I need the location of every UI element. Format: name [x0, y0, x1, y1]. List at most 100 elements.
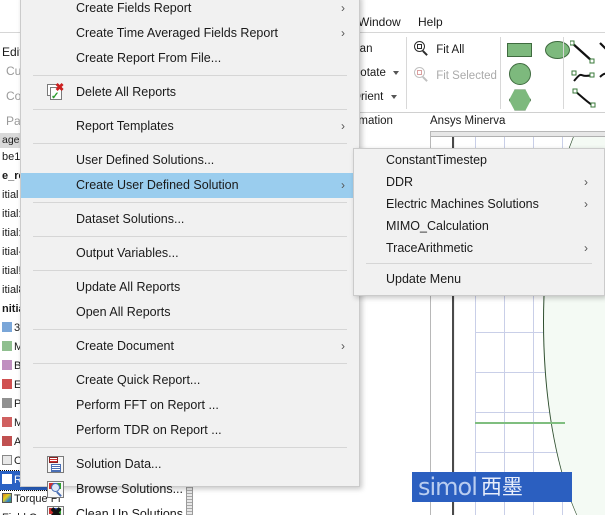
- menu-separator: [33, 329, 347, 330]
- menu-item-clean-up-solutions[interactable]: ✖ Clean Up Solutions...: [21, 502, 359, 515]
- tab-ansys-minerva-label: Ansys Minerva: [430, 115, 506, 127]
- regular-polygon-shape-icon[interactable]: [509, 89, 531, 111]
- ribbon-tab-strip: omation Ansys Minerva: [352, 113, 605, 131]
- tree-row-label: itial: [2, 189, 19, 201]
- menu-item-label: Create Fields Report: [76, 1, 192, 15]
- watermark-latin-text: simol: [418, 473, 478, 501]
- tab-ansys-minerva[interactable]: Ansys Minerva: [430, 115, 505, 127]
- fit-selected-button[interactable]: Fit Selected: [414, 63, 497, 89]
- menu-separator: [33, 363, 347, 364]
- submenu-item-ddr[interactable]: DDR ›: [354, 171, 604, 193]
- chevron-right-icon: ›: [584, 241, 588, 255]
- titlebar: yp_t: [352, 0, 605, 12]
- ribbon-nav-group: Pan Rotate Orient: [352, 37, 406, 109]
- chevron-right-icon: ›: [584, 197, 588, 211]
- menu-item-label: Browse Solutions...: [76, 482, 183, 496]
- optimetrics-icon: [2, 455, 12, 465]
- menubar-item-window[interactable]: Window: [358, 15, 401, 29]
- menu-item-create-fields-report[interactable]: Create Fields Report ›: [21, 0, 359, 21]
- submenu-item-electric-machines-solutions[interactable]: Electric Machines Solutions ›: [354, 193, 604, 215]
- menu-item-user-defined-solutions[interactable]: User Defined Solutions...: [21, 148, 359, 173]
- tree-row-label: itial!: [2, 265, 22, 277]
- circle-shape-icon[interactable]: [509, 63, 531, 85]
- menu-item-dataset-solutions[interactable]: Dataset Solutions...: [21, 207, 359, 232]
- menu-item-perform-fft-on-report[interactable]: Perform FFT on Report ...: [21, 393, 359, 418]
- menu-item-label: Create Time Averaged Fields Report: [76, 26, 278, 40]
- submenu-item-update-menu[interactable]: Update Menu: [354, 268, 604, 290]
- menu-item-create-document[interactable]: Create Document ›: [21, 334, 359, 359]
- fit-all-button[interactable]: Fit All: [414, 37, 497, 63]
- menu-separator: [33, 143, 347, 144]
- rotate-button[interactable]: Rotate: [352, 61, 406, 85]
- menu-item-create-user-defined-solution[interactable]: Create User Defined Solution ›: [21, 173, 359, 198]
- submenu-item-label: TraceArithmetic: [386, 241, 474, 255]
- tree-row-label: itial:: [2, 208, 22, 220]
- tree-row-label: itial:: [2, 227, 22, 239]
- menu-item-create-quick-report[interactable]: Create Quick Report...: [21, 368, 359, 393]
- menu-item-label: Create User Defined Solution: [76, 178, 239, 192]
- menu-item-delete-all-reports[interactable]: ✖ ✓ Delete All Reports: [21, 80, 359, 105]
- draw-tools-svg: [569, 40, 605, 108]
- magnifier-fit-selected-icon: [414, 67, 429, 82]
- ribbon-toolbar: Pan Rotate Orient Fit All Fit Selected: [352, 33, 605, 113]
- menu-item-label: Output Variables...: [76, 246, 179, 260]
- submenu-item-label: ConstantTimestep: [386, 153, 487, 167]
- create-user-defined-solution-submenu: ConstantTimestep DDR › Electric Machines…: [353, 148, 605, 296]
- menu-item-report-templates[interactable]: Report Templates ›: [21, 114, 359, 139]
- menu-item-label: Create Quick Report...: [76, 373, 201, 387]
- submenu-item-label: Electric Machines Solutions: [386, 197, 539, 211]
- solution-data-icon: [47, 456, 64, 473]
- submenu-item-label: Update Menu: [386, 272, 462, 286]
- model-icon: [2, 322, 12, 332]
- menu-item-label: Dataset Solutions...: [76, 212, 185, 226]
- analysis-icon: [2, 436, 12, 446]
- menu-separator: [33, 202, 347, 203]
- menu-item-label: Delete All Reports: [76, 85, 177, 99]
- pan-button[interactable]: Pan: [352, 37, 406, 61]
- magnifier-fit-all-icon: [414, 41, 429, 56]
- menu-item-label: Perform FFT on Report ...: [76, 398, 219, 412]
- menu-item-open-all-reports[interactable]: Open All Reports: [21, 300, 359, 325]
- orient-button[interactable]: Orient: [352, 85, 406, 109]
- menubar-item-window-label: Window: [358, 15, 401, 29]
- ribbon-separator: [406, 37, 407, 109]
- menu-item-perform-tdr-on-report[interactable]: Perform TDR on Report ...: [21, 418, 359, 443]
- menu-item-label: Open All Reports: [76, 305, 171, 319]
- submenu-separator: [366, 263, 592, 264]
- menu-item-label: Clean Up Solutions...: [76, 507, 194, 515]
- ellipse-shape-icon[interactable]: [545, 41, 570, 59]
- rectangle-shape-icon[interactable]: [507, 43, 532, 57]
- chevron-right-icon: ›: [341, 178, 345, 192]
- submenu-item-constant-timestep[interactable]: ConstantTimestep: [354, 149, 604, 171]
- chevron-right-icon: ›: [341, 26, 345, 40]
- ribbon-separator: [563, 37, 564, 109]
- mesh-icon: [2, 417, 12, 427]
- menu-separator: [33, 109, 347, 110]
- watermark-cjk-text: 西墨: [480, 474, 523, 499]
- menu-item-update-all-reports[interactable]: Update All Reports: [21, 275, 359, 300]
- model-icon: [2, 341, 12, 351]
- menu-item-create-time-averaged-fields-report[interactable]: Create Time Averaged Fields Report ›: [21, 21, 359, 46]
- menu-separator: [33, 447, 347, 448]
- menu-item-label: Update All Reports: [76, 280, 181, 294]
- menu-item-label: User Defined Solutions...: [76, 153, 215, 167]
- chevron-down-icon: [390, 94, 397, 99]
- submenu-item-trace-arithmetic[interactable]: TraceArithmetic ›: [354, 237, 604, 259]
- menu-item-output-variables[interactable]: Output Variables...: [21, 241, 359, 266]
- menu-item-browse-solutions[interactable]: Browse Solutions...: [21, 477, 359, 502]
- submenu-item-mimo-calculation[interactable]: MIMO_Calculation: [354, 215, 604, 237]
- menu-item-label: Solution Data...: [76, 457, 162, 471]
- menu-item-solution-data[interactable]: Solution Data...: [21, 452, 359, 477]
- results-icon: [2, 474, 12, 484]
- menu-item-create-report-from-file[interactable]: Create Report From File...: [21, 46, 359, 71]
- chevron-right-icon: ›: [341, 339, 345, 353]
- chevron-right-icon: ›: [341, 119, 345, 133]
- menu-separator: [33, 75, 347, 76]
- menubar-item-help[interactable]: Help: [418, 15, 443, 29]
- ribbon-draw-group: [569, 39, 605, 114]
- browse-solutions-icon: [47, 481, 64, 498]
- chevron-down-icon: [393, 70, 400, 75]
- menu-item-label: Create Document: [76, 339, 174, 353]
- menu-item-label: Report Templates: [76, 119, 174, 133]
- parameters-icon: [2, 398, 12, 408]
